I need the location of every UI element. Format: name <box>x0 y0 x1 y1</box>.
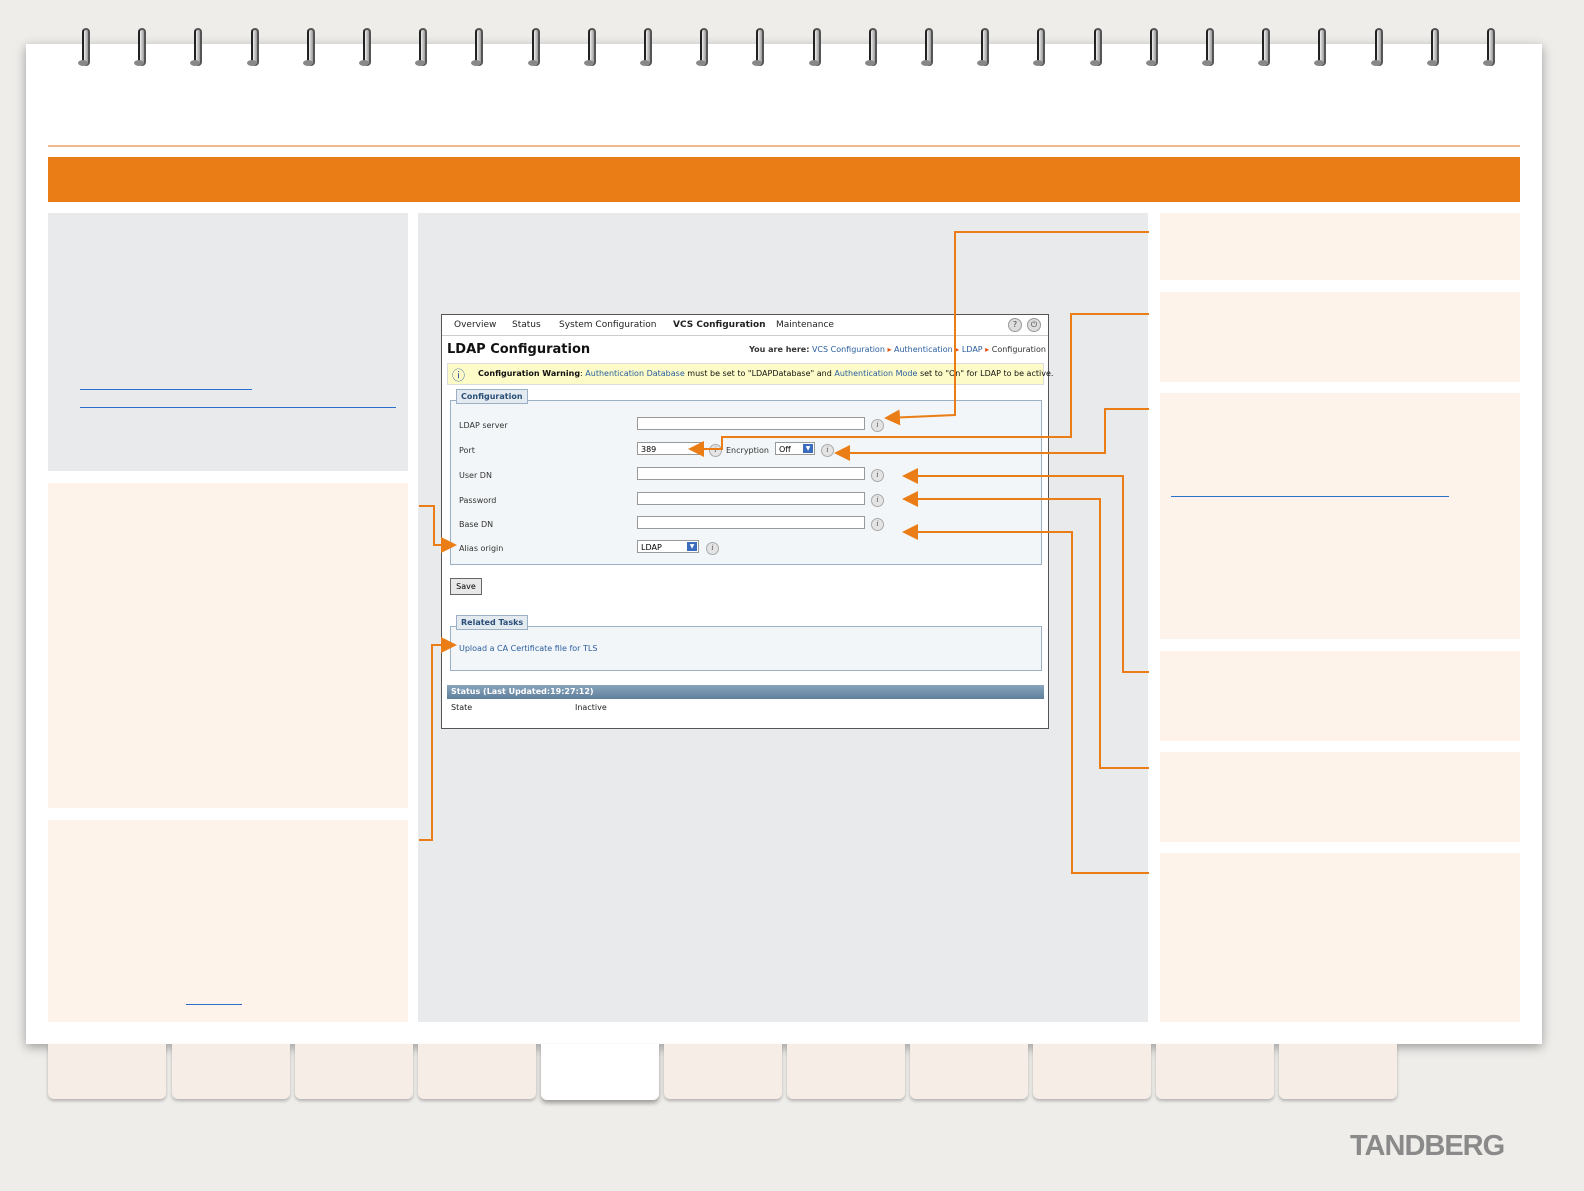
callout-arrow-alias-origin <box>419 505 457 553</box>
callout-arrows <box>419 231 1149 874</box>
callout-arrow-port <box>688 313 1149 457</box>
section-tab[interactable] <box>418 1044 536 1099</box>
callout-arrow-password <box>902 491 1149 769</box>
section-tab[interactable] <box>1279 1044 1397 1099</box>
section-tab[interactable] <box>910 1044 1028 1099</box>
section-tab[interactable] <box>664 1044 782 1099</box>
section-tab-active[interactable] <box>541 1044 659 1100</box>
callout-arrow-ldap-server <box>884 231 1149 426</box>
section-tab[interactable] <box>48 1044 166 1099</box>
section-tab[interactable] <box>787 1044 905 1099</box>
section-tab[interactable] <box>1156 1044 1274 1099</box>
callout-arrow-encryption <box>834 408 1149 461</box>
tandberg-logo: TANDBERG <box>1350 1130 1505 1162</box>
section-tab[interactable] <box>172 1044 290 1099</box>
callout-arrow-related-tasks <box>419 637 457 841</box>
section-tab[interactable] <box>1033 1044 1151 1099</box>
callout-arrow-base-dn <box>902 524 1149 874</box>
callout-arrow-user-dn <box>902 468 1149 673</box>
section-tab[interactable] <box>295 1044 413 1099</box>
